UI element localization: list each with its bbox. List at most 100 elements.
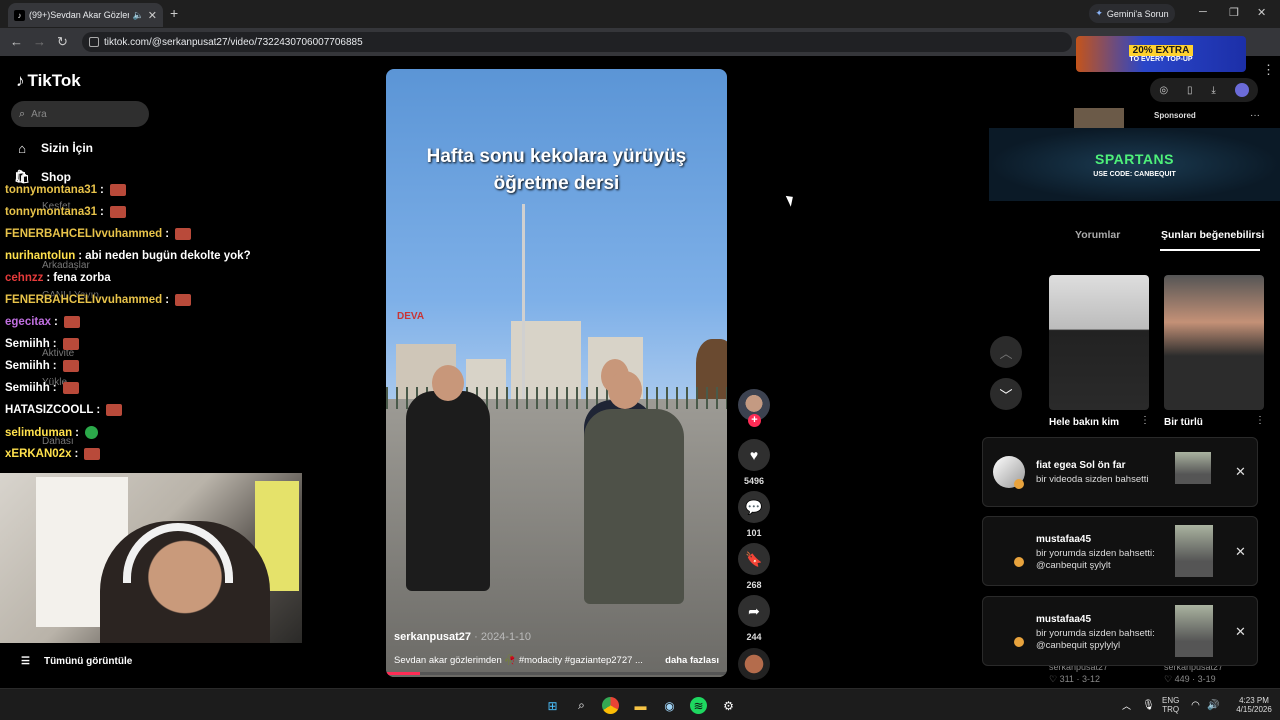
microphone-icon[interactable]: 🎙: [1140, 697, 1157, 714]
share-button[interactable]: ➦: [738, 595, 770, 627]
next-video-button[interactable]: ﹀: [990, 378, 1022, 410]
minimize-icon[interactable]: ─: [1199, 6, 1207, 18]
chat-username: cehnzz: [5, 272, 44, 284]
chevron-up-icon: ︿: [999, 345, 1013, 361]
notif-thumbnail: [1175, 605, 1213, 657]
notification-toast[interactable]: mustafaa45 bir yorumda sizden bahsetti: …: [982, 516, 1258, 586]
phone-icon[interactable]: ▯: [1187, 85, 1193, 96]
chat-emote-icon: [84, 448, 101, 460]
site-info-icon[interactable]: [89, 37, 99, 47]
suggested-more-icon-2[interactable]: ⋮: [1255, 415, 1265, 426]
search-input[interactable]: ⌕ Ara: [11, 101, 149, 127]
case-ad-banner[interactable]: 20% EXTRA TO EVERY TOP-UP: [1076, 36, 1246, 72]
tray-expand-icon[interactable]: ︿: [1118, 697, 1135, 714]
chat-emote-icon: [63, 316, 80, 328]
video-player[interactable]: Hafta sonu kekolara yürüyüş öğretme ders…: [386, 69, 727, 677]
notification-toast[interactable]: mustafaa45 bir yorumda sizden bahsetti: …: [982, 596, 1258, 666]
forward-icon[interactable]: →: [33, 34, 46, 49]
chat-separator: :: [52, 338, 57, 350]
chat-emote-icon: [109, 206, 126, 218]
volume-icon[interactable]: 🔊: [1205, 697, 1222, 714]
new-tab-icon[interactable]: +: [170, 5, 178, 21]
chat-message: FENERBAHCELIvvuhammed :: [5, 294, 192, 306]
video-progress-bar[interactable]: [386, 672, 727, 675]
search-placeholder: Ara: [31, 108, 47, 120]
spotify-icon[interactable]: ≋: [690, 697, 707, 714]
tab-suggested[interactable]: Şunları beğenebilirsin: [1161, 229, 1265, 241]
file-explorer-icon[interactable]: ▬: [632, 697, 649, 714]
suggested-video-2[interactable]: [1164, 275, 1264, 410]
share-count: 244: [746, 632, 762, 642]
music-disc[interactable]: [738, 648, 770, 680]
profile-avatar[interactable]: [1234, 83, 1249, 97]
chat-separator: :: [100, 184, 104, 196]
sidebar-item-foryou[interactable]: ⌂ Sizin İçin: [15, 141, 93, 156]
view-all-button[interactable]: ☰ Tümünü görüntüle: [21, 656, 132, 667]
ad-headline: 20% EXTRA: [1128, 45, 1194, 56]
compass-icon[interactable]: ◎: [1159, 85, 1168, 96]
tab-title: (99+)Sevdan Akar Gözlerim: [29, 10, 129, 20]
lang-primary: ENG: [1162, 696, 1180, 705]
notif-user: fiat egea Sol ön far: [1036, 460, 1126, 471]
separator: ·: [1192, 674, 1196, 684]
suggested-title-1[interactable]: Hele bakın kim: [1049, 417, 1119, 428]
spartans-ad[interactable]: SPARTANS USE CODE: CANBEQUIT: [989, 128, 1280, 201]
previous-video-button[interactable]: ︿: [990, 336, 1022, 368]
more-link[interactable]: daha fazlası: [665, 655, 719, 666]
logo-text: TikTok: [27, 71, 81, 90]
steam-icon[interactable]: ◉: [661, 697, 678, 714]
notif-close-icon[interactable]: ✕: [1235, 544, 1246, 560]
suggested-likes-2: 449: [1174, 674, 1190, 684]
notif-text-2: @canbequit şpylylyl: [1036, 640, 1121, 651]
window-close-icon[interactable]: ✕: [1257, 6, 1266, 19]
reload-icon[interactable]: ↻: [57, 34, 68, 50]
language-indicator[interactable]: ENG TRQ: [1162, 696, 1179, 714]
search-icon[interactable]: ⌕: [573, 697, 590, 714]
sponsored-thumbnail[interactable]: [1074, 108, 1124, 130]
chat-username: Semiihh: [5, 382, 50, 394]
back-icon[interactable]: ←: [10, 34, 23, 49]
chrome-icon[interactable]: [602, 697, 619, 714]
comment-button[interactable]: 💬: [738, 491, 770, 523]
comment-icon: 💬: [745, 498, 763, 515]
wifi-icon[interactable]: ◠: [1187, 697, 1204, 714]
gemini-button[interactable]: ✦ Gemini'a Sorun: [1089, 4, 1175, 23]
save-button[interactable]: 🔖: [738, 543, 770, 575]
tab-comments[interactable]: Yorumlar: [1075, 229, 1120, 241]
gemini-label: Gemini'a Sorun: [1106, 8, 1169, 19]
follow-plus-icon[interactable]: +: [748, 414, 761, 427]
sponsored-more-icon[interactable]: ···: [1250, 110, 1260, 121]
speaker-icon[interactable]: 🔈: [133, 10, 144, 21]
tab-close-icon[interactable]: ✕: [148, 9, 157, 22]
sidebar-item-shop[interactable]: 🛍 Shop: [14, 169, 71, 184]
heart-outline-icon: ♡: [1049, 674, 1058, 684]
notif-close-icon[interactable]: ✕: [1235, 624, 1246, 640]
person-center: [584, 409, 684, 604]
suggested-video-1[interactable]: [1049, 275, 1149, 410]
video-author[interactable]: serkanpusat27 · 2024-1-10: [394, 631, 531, 643]
chat-text: abi neden bugün dekolte yok?: [85, 250, 251, 262]
chat-message: tonnymontana31 :: [5, 206, 126, 218]
tiktok-logo[interactable]: ♪ TikTok: [16, 71, 81, 91]
suggested-title-2[interactable]: Bir türlü: [1164, 417, 1203, 428]
browser-tab[interactable]: ♪ (99+)Sevdan Akar Gözlerim 🔈 ✕: [8, 3, 163, 27]
maximize-icon[interactable]: ❐: [1229, 6, 1239, 19]
browser-menu-icon[interactable]: ⋮: [1262, 62, 1275, 78]
download-icon[interactable]: ⤓: [1211, 85, 1215, 96]
chat-separator: :: [46, 272, 51, 284]
like-button[interactable]: ♥: [738, 439, 770, 471]
chat-separator: :: [96, 404, 101, 416]
windows-start-icon[interactable]: ⊞: [544, 697, 561, 714]
clock[interactable]: 4:23 PM 4/15/2026: [1232, 696, 1276, 714]
deva-sign: DEVA: [397, 311, 425, 322]
chat-emote-icon: [175, 228, 192, 240]
chat-message: FENERBAHCELIvvuhammed :: [5, 228, 192, 240]
notification-toast[interactable]: fiat egea Sol ön far bir videoda sizden …: [982, 437, 1258, 507]
chat-username: HATASIZCOOLL: [5, 404, 94, 416]
settings-icon[interactable]: ⚙: [720, 697, 737, 714]
suggested-more-icon-1[interactable]: ⋮: [1140, 415, 1150, 426]
notif-user: mustafaa45: [1036, 534, 1092, 545]
url-field[interactable]: tiktok.com/@serkanpusat27/video/73224307…: [82, 32, 1072, 52]
notif-text: bir yorumda sizden bahsetti:: [1036, 628, 1155, 639]
notif-close-icon[interactable]: ✕: [1235, 464, 1246, 480]
